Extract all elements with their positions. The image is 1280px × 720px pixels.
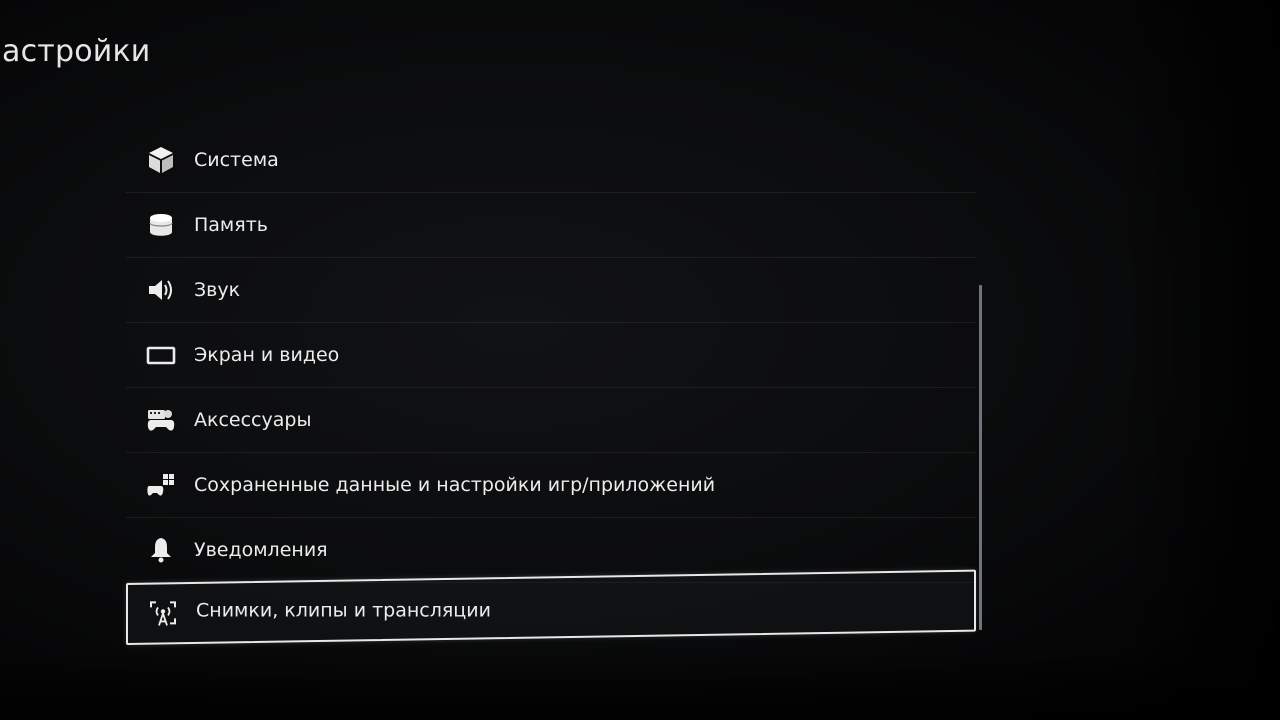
settings-menu: Система Память Звук Экран и видео Аксесс… [126, 128, 976, 645]
menu-item-accessories[interactable]: Аксессуары [126, 388, 976, 453]
menu-item-label: Аксессуары [194, 409, 312, 431]
scrollbar[interactable] [979, 285, 982, 630]
capture-broadcast-icon [148, 598, 178, 628]
menu-item-system[interactable]: Система [126, 128, 976, 193]
menu-item-sound[interactable]: Звук [126, 258, 976, 323]
menu-item-label: Снимки, клипы и трансляции [196, 599, 491, 622]
menu-item-label: Уведомления [194, 539, 328, 561]
menu-item-label: Экран и видео [194, 344, 340, 366]
bell-icon [146, 535, 176, 565]
speaker-icon [146, 275, 176, 305]
menu-item-saved-data[interactable]: Сохраненные данные и настройки игр/прило… [126, 453, 976, 518]
menu-item-screen-video[interactable]: Экран и видео [126, 323, 976, 388]
settings-screen: астройки Система Память Звук Экран и вид… [0, 0, 1280, 720]
storage-cylinder-icon [146, 210, 176, 240]
screen-edge-shadow [1120, 0, 1280, 720]
menu-item-label: Сохраненные данные и настройки игр/прило… [194, 474, 716, 496]
menu-item-label: Система [194, 149, 279, 171]
accessories-icon [146, 405, 176, 435]
menu-item-label: Память [194, 214, 268, 236]
menu-item-storage[interactable]: Память [126, 193, 976, 258]
cube-icon [146, 145, 176, 175]
menu-item-label: Звук [194, 279, 241, 301]
display-icon [146, 340, 176, 370]
page-title: астройки [2, 34, 151, 69]
saved-data-icon [146, 470, 176, 500]
screen-bottom-shadow [0, 650, 1280, 720]
menu-item-captures-broadcasts[interactable]: Снимки, клипы и трансляции [126, 569, 976, 645]
scrollbar-thumb[interactable] [979, 285, 982, 630]
